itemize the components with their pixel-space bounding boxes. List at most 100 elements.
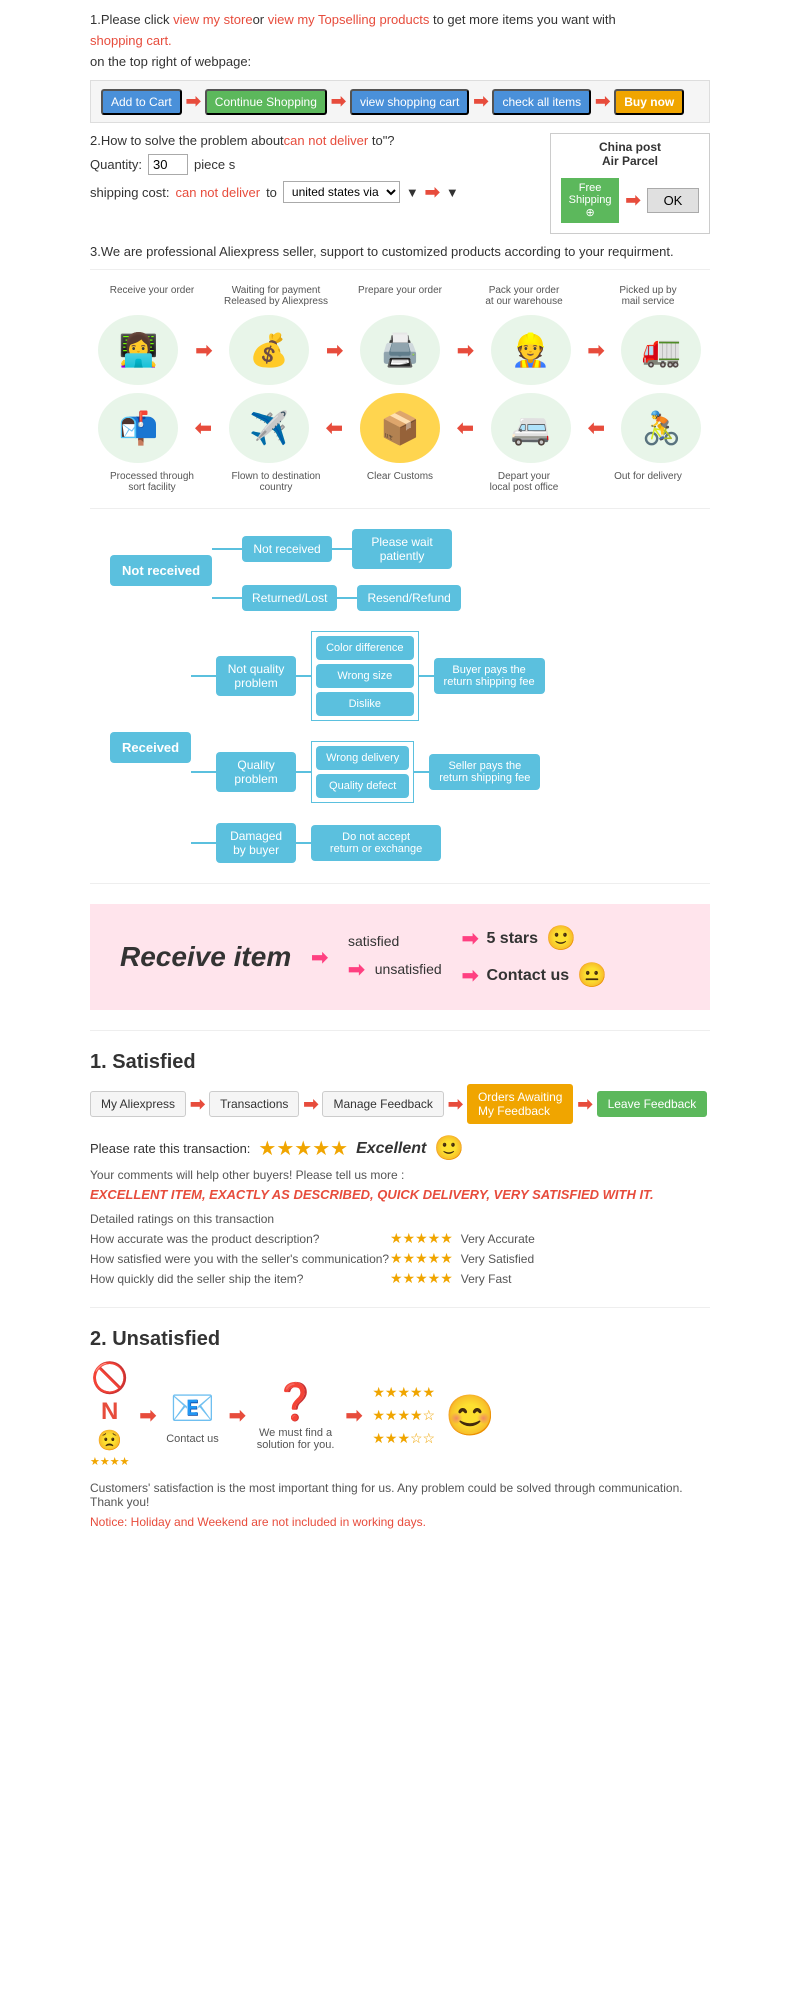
pink-section: Receive item ➡ satisfied ➡ unsatisfied ➡…	[90, 904, 710, 1010]
no-return-box: Do not accept return or exchange	[311, 825, 441, 861]
flow-arrow-3: ➡	[448, 1094, 463, 1115]
shipping-to: to	[266, 185, 277, 200]
view-store-link[interactable]: view my store	[173, 12, 252, 27]
step-4-label: Pack your orderat our warehouse	[468, 285, 580, 307]
satisfied-section: 1. Satisfied My Aliexpress ➡ Transaction…	[90, 1051, 710, 1287]
unsatisfied-text: unsatisfied	[375, 961, 442, 977]
icon-truck: 🚛	[621, 315, 701, 385]
detail-result-2: Very Satisfied	[461, 1252, 534, 1266]
dropdown2-icon[interactable]: ▼	[446, 185, 459, 200]
continue-shopping-button[interactable]: Continue Shopping	[205, 89, 327, 115]
returned-lost-box: Returned/Lost	[242, 585, 337, 611]
excellent-item-text: EXCELLENT ITEM, EXACTLY AS DESCRIBED, QU…	[90, 1187, 710, 1202]
wrong-size-box: Wrong size	[316, 664, 413, 688]
top-right-text: on the top right of webpage:	[90, 52, 710, 73]
arrow-2: ➡	[331, 87, 346, 116]
leave-feedback-step[interactable]: Leave Feedback	[597, 1091, 708, 1117]
arrow-p5: ➡	[588, 416, 605, 441]
arrow-p7: ➡	[326, 416, 343, 441]
qty-input[interactable]	[148, 154, 188, 175]
shopping-cart-text: shopping cart.	[90, 33, 172, 48]
step-10-label: Processed throughsort facility	[96, 471, 208, 493]
unsatisfied-flow: 🚫 N 😟 ★★★★ ➡ 📧 Contact us ➡ ❓ We must fi…	[90, 1361, 710, 1470]
seller-pays-box: Seller pays the return shipping fee	[429, 754, 540, 790]
not-received-tree: Not received Not received Please wait pa…	[110, 529, 690, 611]
buy-now-button[interactable]: Buy now	[614, 89, 684, 115]
arrow-p3: ➡	[457, 338, 474, 363]
arrow-p8: ➡	[195, 416, 212, 441]
process-section: Receive your order Waiting for paymentRe…	[90, 285, 710, 493]
contact-us-label: Contact us	[166, 1433, 219, 1445]
arrow-p4: ➡	[588, 338, 605, 363]
rate-label: Please rate this transaction:	[90, 1141, 250, 1156]
my-aliexpress-step[interactable]: My Aliexpress	[90, 1091, 186, 1117]
satisfied-text: satisfied	[348, 933, 399, 949]
buyer-pays-box: Buyer pays the return shipping fee	[434, 658, 545, 694]
detailed-ratings: Detailed ratings on this transaction How…	[90, 1212, 710, 1287]
shipping-via-select[interactable]: united states via	[283, 181, 400, 203]
feedback-flow: My Aliexpress ➡ Transactions ➡ Manage Fe…	[90, 1084, 710, 1124]
pink-row-satisfied: satisfied	[348, 933, 442, 949]
find-solution-label: We must find a solution for you.	[256, 1427, 336, 1451]
flow-arrow-2: ➡	[303, 1094, 318, 1115]
unsat-stars-block: ★★★★★ ★★★★☆ ★★★☆☆	[372, 1383, 435, 1448]
unsat-stars-row1: ★★★★	[90, 1455, 129, 1470]
contact-result: ➡ Contact us 😐	[462, 961, 607, 990]
five-stars-result: ➡ 5 stars 🙂	[462, 924, 607, 953]
icon-van: 🚐	[491, 393, 571, 463]
shipping-row: shipping cost: can not deliver to united…	[90, 181, 550, 203]
icon-plane: ✈️	[229, 393, 309, 463]
excellent-smiley: 🙂	[434, 1134, 464, 1163]
detail-label-2: How satisfied were you with the seller's…	[90, 1252, 390, 1266]
manage-feedback-step[interactable]: Manage Feedback	[322, 1091, 443, 1117]
view-cart-button[interactable]: view shopping cart	[350, 89, 469, 115]
divider-1	[90, 508, 710, 509]
step-6-label: Out for delivery	[592, 471, 704, 493]
section-2: China post Air Parcel FreeShipping⊕ ➡ OK…	[90, 133, 710, 234]
process-steps-top: Receive your order Waiting for paymentRe…	[90, 285, 710, 307]
n-label: N	[101, 1398, 118, 1426]
detail-label-1: How accurate was the product description…	[90, 1232, 390, 1246]
section-1: 1.Please click view my storeor view my T…	[90, 10, 710, 123]
section3-text: 3.We are professional Aliexpress seller,…	[90, 244, 710, 259]
detail-stars-2: ★★★★★	[390, 1250, 453, 1267]
damaged-box: Damaged by buyer	[216, 823, 296, 863]
orders-awaiting-step[interactable]: Orders AwaitingMy Feedback	[467, 1084, 574, 1124]
step-9-label: Flown to destinationcountry	[220, 471, 332, 493]
ok-button[interactable]: OK	[647, 188, 700, 213]
arrow-to-ok: ➡	[625, 190, 640, 211]
view-topselling-link[interactable]: view my Topselling products	[268, 12, 430, 27]
received-tree: Received Not quality problem Color diffe…	[110, 631, 690, 863]
neutral-smiley: 😐	[577, 961, 607, 990]
text-3: to get more items you want with	[429, 12, 615, 27]
rate-row: Please rate this transaction: ★★★★★ Exce…	[90, 1134, 710, 1163]
email-icon: 📧	[170, 1387, 215, 1429]
step-3-label: Prepare your order	[344, 285, 456, 307]
quality-box: Quality problem	[216, 752, 296, 792]
detail-label-3: How quickly did the seller ship the item…	[90, 1272, 390, 1286]
detail-row-3: How quickly did the seller ship the item…	[90, 1270, 710, 1287]
not-quality-box: Not quality problem	[216, 656, 296, 696]
detail-row-1: How accurate was the product description…	[90, 1230, 710, 1247]
divider-4	[90, 1307, 710, 1308]
add-to-cart-button[interactable]: Add to Cart	[101, 89, 182, 115]
arrow-3: ➡	[473, 87, 488, 116]
transactions-step[interactable]: Transactions	[209, 1091, 299, 1117]
cart-flow: Add to Cart ➡ Continue Shopping ➡ view s…	[90, 80, 710, 123]
icon-money-bag: 💰	[229, 315, 309, 385]
arrow-p6: ➡	[457, 416, 474, 441]
dropdown-icon[interactable]: ▼	[406, 185, 419, 200]
icon-customs: 📦	[360, 393, 440, 463]
qty-row: Quantity: piece s	[90, 154, 550, 175]
stars-3: ★★★☆☆	[372, 1429, 435, 1449]
no-symbol-icon: 🚫	[91, 1361, 128, 1396]
divider-2	[90, 883, 710, 884]
step-5-label: Picked up bymail service	[592, 285, 704, 307]
icon-cyclist: 🚴	[621, 393, 701, 463]
china-post-title: China post Air Parcel	[561, 140, 699, 168]
question-icon: ❓	[273, 1381, 318, 1423]
receive-item-title: Receive item	[120, 941, 291, 973]
excellent-text: Excellent	[356, 1140, 426, 1158]
notice-text: Notice: Holiday and Weekend are not incl…	[90, 1515, 710, 1529]
check-items-button[interactable]: check all items	[492, 89, 591, 115]
